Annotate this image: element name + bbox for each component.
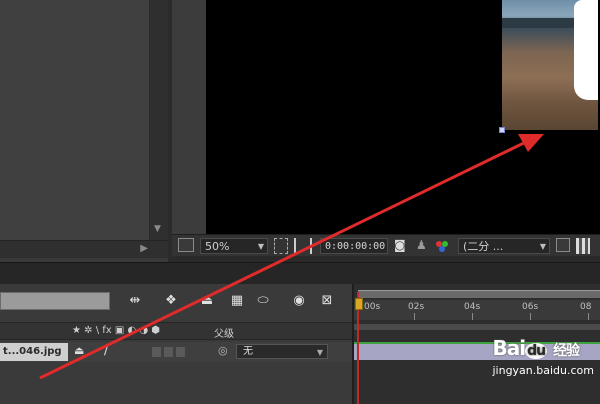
frame-blending-icon[interactable]: ▦	[226, 292, 248, 310]
timeline-layer-panel: ⇹ ❖ ⏏ ▦ ⬭ ◉ ⊠ ★ ✲ \ fx ▣ ◐ ◑ ⬢ 父级 t...04…	[0, 284, 352, 404]
watermark-logo-bai: Bai	[492, 336, 526, 360]
time-navigator-bar[interactable]	[358, 290, 600, 298]
layer-name-label[interactable]: t...046.jpg	[0, 343, 68, 361]
baidu-jingyan-watermark: Bai du 经验 jingyan.baidu.com	[492, 336, 594, 377]
layer-search-input[interactable]	[0, 292, 110, 310]
ruler-tick-label: 06s	[522, 302, 539, 312]
show-snapshot-icon[interactable]: ♟	[416, 238, 430, 254]
composition-canvas[interactable]	[206, 0, 600, 234]
current-time-display[interactable]: 0:00:00:00	[320, 238, 388, 254]
chevron-down-icon: ▼	[316, 348, 323, 357]
zoom-value: 50%	[205, 240, 230, 253]
watermark-logo-jingyan: 经验	[553, 343, 580, 359]
composition-flowchart-icon[interactable]: ⇹	[124, 292, 146, 310]
watermark-url: jingyan.baidu.com	[492, 364, 594, 377]
layer-transform-handle[interactable]	[499, 127, 505, 133]
panel-divider[interactable]	[0, 262, 600, 284]
project-horizontal-scrollbar[interactable]: ▶	[0, 240, 168, 258]
paw-icon: du	[525, 343, 548, 359]
project-item-list[interactable]	[0, 0, 150, 240]
motion-blur-switch-box[interactable]	[176, 347, 185, 357]
composition-pasteboard	[172, 0, 206, 234]
parent-column-label: 父级	[214, 329, 234, 340]
ruler-tick	[472, 313, 473, 320]
draft-3d-icon[interactable]: ❖	[160, 292, 182, 310]
playhead-handle-icon[interactable]	[355, 298, 363, 310]
brainstorm-icon[interactable]: ⊠	[316, 292, 338, 310]
graph-editor-icon[interactable]: ◉	[288, 292, 310, 310]
switches-column-label: ★ ✲ \ fx ▣ ◐ ◑ ⬢	[72, 325, 161, 336]
after-effects-window: ▼ ▶ 50% ▼ 0:00:00:00 ◙ ♟ (二分 ... ▼ ⇹ ❖ ⏏…	[0, 0, 600, 404]
layer-row[interactable]: t...046.jpg ⏏ ∕ ◎ 无 ▼	[0, 342, 352, 362]
snapshot-camera-icon[interactable]: ◙	[394, 238, 410, 254]
toggle-mask-icon[interactable]	[294, 238, 312, 254]
time-ruler[interactable]: 00s 02s 04s 06s 08	[354, 300, 600, 320]
resolution-dropdown[interactable]: (二分 ... ▼	[458, 238, 550, 254]
effect-switch-box[interactable]	[152, 347, 161, 357]
project-vertical-scrollbar[interactable]: ▼	[150, 0, 168, 240]
frame-blend-switch-box[interactable]	[164, 347, 173, 357]
parent-pickwhip-icon[interactable]: ◎	[218, 344, 228, 357]
rgb-channel-icon	[436, 241, 448, 252]
image-masked-area	[574, 0, 598, 100]
work-area-bar[interactable]	[354, 324, 600, 330]
fast-preview-icon[interactable]	[556, 238, 570, 252]
ruler-tick-label: 02s	[408, 302, 425, 312]
parent-value: 无	[243, 346, 253, 357]
quality-switch-icon[interactable]: ∕	[104, 343, 108, 358]
parent-dropdown[interactable]: 无 ▼	[236, 344, 328, 359]
hide-shy-layers-icon[interactable]: ⏏	[196, 292, 218, 310]
image-layer-preview[interactable]	[502, 0, 598, 130]
scroll-down-arrow-icon[interactable]: ▼	[154, 224, 161, 234]
ruler-tick	[530, 313, 531, 320]
resolution-value: (二分 ...	[463, 240, 504, 253]
layer-column-header: ★ ✲ \ fx ▣ ◐ ◑ ⬢ 父级	[0, 322, 352, 340]
ruler-tick-label: 00s	[364, 302, 381, 312]
composition-panel: 50% ▼ 0:00:00:00 ◙ ♟ (二分 ... ▼	[172, 0, 600, 262]
zoom-dropdown[interactable]: 50% ▼	[200, 238, 268, 254]
show-channel-icon[interactable]	[434, 238, 450, 254]
current-time-indicator[interactable]	[355, 292, 363, 404]
region-of-interest-icon[interactable]	[274, 238, 288, 254]
shy-switch-icon[interactable]: ⏏	[74, 344, 84, 357]
viewer-toolbar: 50% ▼ 0:00:00:00 ◙ ♟ (二分 ... ▼	[172, 234, 600, 256]
chevron-down-icon: ▼	[257, 242, 264, 251]
transparency-grid-icon[interactable]	[576, 238, 590, 254]
ruler-tick	[588, 313, 589, 320]
ruler-tick-label: 08	[580, 302, 592, 312]
watermark-logo: Bai du 经验	[492, 336, 594, 360]
scroll-right-arrow-icon[interactable]: ▶	[140, 243, 148, 254]
chevron-down-icon: ▼	[539, 242, 546, 251]
always-preview-icon[interactable]	[178, 238, 194, 252]
ruler-tick-label: 04s	[464, 302, 481, 312]
motion-blur-icon[interactable]: ⬭	[252, 292, 274, 310]
project-panel: ▼ ▶	[0, 0, 168, 262]
ruler-tick	[414, 313, 415, 320]
